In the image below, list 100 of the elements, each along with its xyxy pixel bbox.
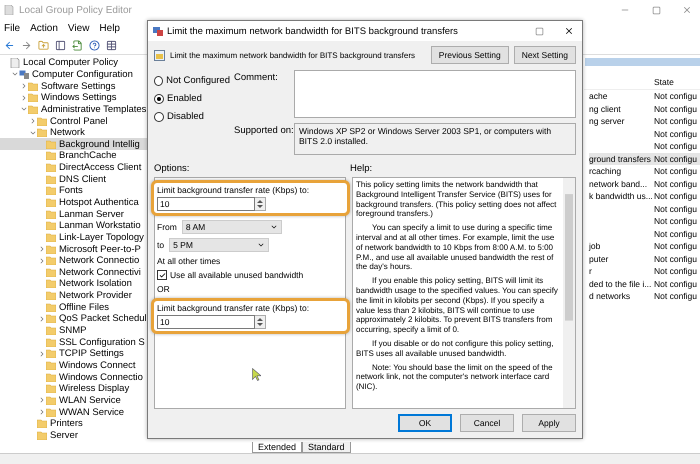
tree-item[interactable]: Lanman Workstatio bbox=[0, 220, 147, 232]
dialog-button[interactable]: OK bbox=[398, 414, 452, 432]
list-row[interactable]: Not configu bbox=[589, 202, 700, 215]
time-dropdown[interactable]: 5 PM bbox=[169, 238, 270, 252]
setting-state: Not configu bbox=[654, 278, 697, 289]
help-paragraph: You can specify a limit to use during a specific time interval and at all other times. For example, limit the use of network bandwidth to 10 Kbps from 8:00 A.M. to 5:00 P.M., and use all available unused bandwidth the rest of the day's hours. bbox=[356, 223, 556, 272]
list-row[interactable]: ground transfers Not configu bbox=[589, 152, 700, 165]
list-row[interactable]: network band... Not configu bbox=[589, 178, 700, 190]
maximize-button[interactable] bbox=[652, 6, 660, 14]
tree-item[interactable]: Network Provider bbox=[0, 290, 147, 302]
forward-arrow-icon[interactable] bbox=[21, 40, 32, 50]
tree-item[interactable]: Network bbox=[0, 126, 147, 138]
tree-item[interactable]: Windows Settings bbox=[0, 92, 147, 104]
list-row[interactable]: ng server Not configu bbox=[589, 115, 700, 128]
list-row[interactable]: job Not configu bbox=[589, 240, 700, 252]
table-icon[interactable] bbox=[106, 40, 117, 50]
tree-item[interactable]: Local Computer Policy bbox=[0, 57, 147, 69]
list-row[interactable]: d networks Not configu bbox=[589, 290, 700, 302]
list-row[interactable]: Not configu bbox=[589, 140, 700, 152]
tree-item[interactable]: Link-Layer Topology bbox=[0, 232, 147, 244]
tree-item[interactable]: Administrative Templates bbox=[0, 104, 147, 116]
list-row[interactable]: ded to the file i... Not configu bbox=[589, 278, 700, 290]
export-icon[interactable] bbox=[72, 40, 83, 50]
mouse-cursor-icon bbox=[252, 368, 261, 381]
menu-item[interactable]: Help bbox=[99, 22, 120, 34]
radio-icon[interactable] bbox=[154, 76, 164, 86]
view-tab[interactable]: Standard bbox=[302, 442, 351, 453]
spin-button[interactable] bbox=[255, 315, 266, 329]
tree-item[interactable]: Network Isolation bbox=[0, 278, 147, 290]
list-row[interactable]: Not configu bbox=[589, 215, 700, 228]
maximize-button[interactable] bbox=[534, 26, 544, 36]
tree-item[interactable]: Fonts bbox=[0, 185, 147, 197]
comment-field[interactable] bbox=[294, 70, 576, 118]
checkbox-option[interactable]: Use all available unused bandwidth bbox=[155, 270, 345, 280]
tree-item[interactable]: Software Settings bbox=[0, 80, 147, 92]
help-icon[interactable] bbox=[89, 40, 100, 50]
tree-item[interactable]: QoS Packet Schedul bbox=[0, 313, 147, 325]
chevron-right-icon[interactable] bbox=[38, 408, 46, 416]
chevron-right-icon[interactable] bbox=[38, 350, 46, 358]
chevron-right-icon[interactable] bbox=[38, 256, 46, 265]
tree-item[interactable]: DirectAccess Client bbox=[0, 162, 147, 174]
time-dropdown[interactable]: 8 AM bbox=[182, 220, 282, 234]
radio-option[interactable]: Disabled bbox=[154, 111, 230, 122]
chevron-right-icon[interactable] bbox=[20, 94, 28, 102]
radio-icon[interactable] bbox=[154, 112, 164, 122]
back-arrow-icon[interactable] bbox=[4, 40, 15, 50]
tree-item[interactable]: DNS Client bbox=[0, 173, 147, 186]
chevron-right-icon[interactable] bbox=[20, 82, 28, 90]
tree-item[interactable]: Computer Configuration bbox=[0, 68, 147, 80]
chevron-right-icon[interactable] bbox=[38, 314, 46, 323]
tree-item[interactable]: TCPIP Settings bbox=[0, 348, 147, 360]
list-row[interactable]: Not configu bbox=[589, 228, 700, 240]
view-tab[interactable]: Extended bbox=[252, 442, 302, 453]
tree-item[interactable]: Hotspot Authentica bbox=[0, 196, 147, 208]
nav-button[interactable]: Previous Setting bbox=[430, 46, 509, 64]
list-row[interactable]: Not configu bbox=[589, 128, 700, 140]
tree-item[interactable]: Network Connectio bbox=[0, 254, 147, 267]
list-row[interactable]: rcaching Not configu bbox=[589, 165, 700, 178]
list-row[interactable]: k bandwidth us...Not configu bbox=[589, 190, 700, 202]
scrollbar[interactable] bbox=[563, 178, 575, 408]
dialog-button[interactable]: Apply bbox=[522, 414, 576, 432]
tree-item[interactable]: Offline Files bbox=[0, 301, 147, 314]
setting-state: Not configu bbox=[654, 254, 697, 264]
tree-item[interactable]: Windows Connect bbox=[0, 360, 147, 372]
tree-item[interactable]: WLAN Service bbox=[0, 394, 147, 406]
radio-option[interactable]: Enabled bbox=[154, 93, 230, 104]
tree-item[interactable]: Network Connectivi bbox=[0, 266, 147, 278]
spin-button[interactable] bbox=[255, 197, 266, 211]
tree-item[interactable]: Microsoft Peer-to-P bbox=[0, 243, 147, 255]
tree-item[interactable]: Printers bbox=[0, 418, 147, 430]
menu-item[interactable]: Action bbox=[30, 22, 58, 34]
chevron-right-icon[interactable] bbox=[29, 117, 37, 126]
list-row[interactable]: r Not configu bbox=[589, 265, 700, 278]
radio-icon[interactable] bbox=[154, 94, 164, 104]
tree-item[interactable]: Server bbox=[0, 430, 147, 442]
tree-item[interactable]: BranchCache bbox=[0, 150, 147, 162]
tree-item[interactable]: WWAN Service bbox=[0, 406, 147, 418]
chevron-right-icon[interactable] bbox=[38, 396, 46, 404]
number-field[interactable]: 10 bbox=[157, 197, 255, 211]
tree-item[interactable]: Wireless Display bbox=[0, 382, 147, 395]
checkbox-icon[interactable] bbox=[157, 270, 167, 280]
pane-icon[interactable] bbox=[55, 40, 66, 50]
tree-item[interactable]: Control Panel bbox=[0, 115, 147, 127]
close-button[interactable] bbox=[564, 26, 574, 36]
tree-item[interactable]: SSL Configuration S bbox=[0, 336, 147, 348]
list-row[interactable]: ng client Not configu bbox=[589, 102, 700, 115]
chevron-right-icon[interactable] bbox=[38, 245, 46, 254]
tree-item[interactable]: Lanman Server bbox=[0, 208, 147, 220]
dialog-button[interactable]: Cancel bbox=[460, 414, 514, 432]
tree-item[interactable]: SNMP bbox=[0, 324, 147, 336]
tree-item[interactable]: Background Intellig bbox=[0, 138, 147, 150]
radio-option[interactable]: Not Configured bbox=[154, 75, 230, 86]
list-row[interactable]: ache Not configu bbox=[589, 90, 700, 102]
tree-item[interactable]: Windows Connectio bbox=[0, 371, 147, 383]
number-field[interactable]: 10 bbox=[157, 315, 255, 329]
menu-item[interactable]: View bbox=[68, 22, 90, 34]
nav-button[interactable]: Next Setting bbox=[514, 46, 576, 64]
list-row[interactable]: puter Not configu bbox=[589, 252, 700, 265]
menu-item[interactable]: File bbox=[4, 22, 20, 34]
column-header[interactable]: State bbox=[584, 75, 700, 90]
